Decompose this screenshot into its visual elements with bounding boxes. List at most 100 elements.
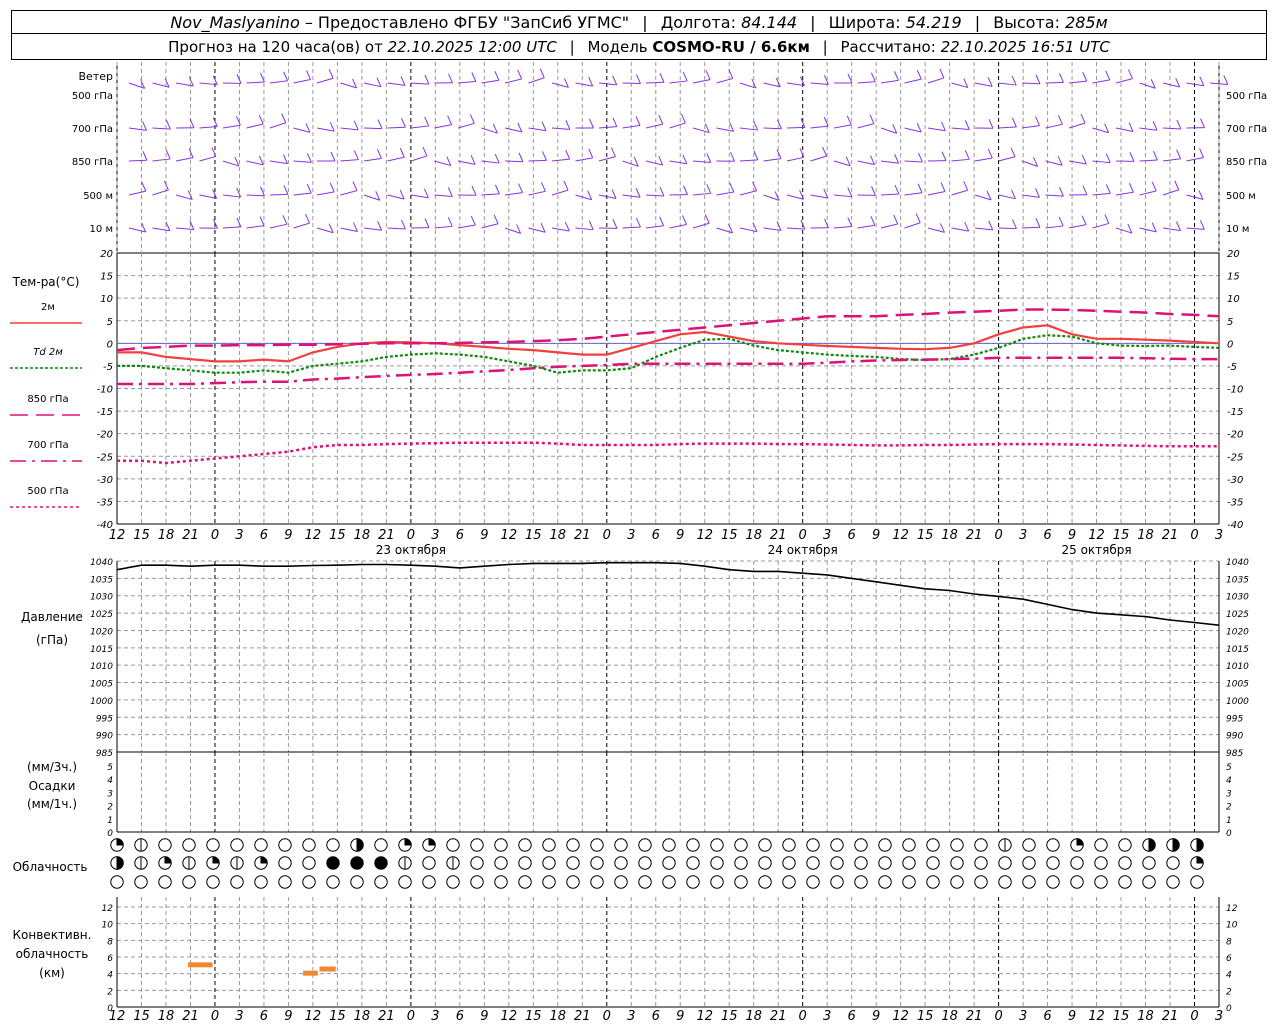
wind-barb [457, 224, 476, 229]
wind-barb-feather [706, 184, 712, 194]
wind-barb-feather [1129, 152, 1135, 162]
cloud-symbol [710, 875, 724, 889]
date-label: 25 октября [1061, 543, 1131, 557]
cloud-symbol [1118, 838, 1132, 852]
wind-barb [575, 227, 594, 231]
wind-barb [786, 227, 805, 230]
wind-barb [528, 227, 546, 233]
time-tick-label: 18 [354, 528, 371, 543]
conv-ytick: 8 [107, 937, 113, 947]
wind-barb [645, 81, 664, 84]
cloud-circle [1166, 856, 1180, 870]
wind-barb [316, 77, 334, 84]
wind-level-label-right: 700 гПа [1226, 124, 1267, 135]
cloud-symbol [374, 838, 388, 852]
wind-barb-feather [824, 218, 829, 229]
wind-barb-feather [753, 150, 759, 161]
cloud-circle [782, 856, 796, 870]
wind-title: Ветер [79, 70, 113, 83]
pressure-ytick: 1040 [90, 558, 113, 568]
cloud-symbol [542, 838, 556, 852]
cloud-circle [374, 838, 388, 852]
wind-barb-feather [352, 181, 358, 191]
wind-barb-feather [1057, 115, 1063, 125]
wind-barb [1162, 189, 1179, 196]
wind-barb-feather [635, 217, 641, 228]
time-tick-label-bottom: 15 [917, 1009, 934, 1024]
cloud-symbol [1166, 875, 1180, 889]
cloud-circle [806, 838, 820, 852]
wind-barb [1139, 159, 1158, 162]
wind-barb [998, 126, 1017, 129]
time-tick-label: 3 [627, 528, 635, 543]
cloud-circle [518, 856, 532, 870]
cloud-circle [326, 838, 340, 852]
cloud-symbol [182, 856, 196, 870]
cloud-symbol [902, 838, 916, 852]
wind-barb-feather [987, 77, 993, 87]
temp-title: Тем-ра(°C) [12, 275, 80, 289]
time-tick-label: 15 [329, 528, 346, 543]
wind-barb-feather [471, 185, 477, 196]
wind-barb [645, 194, 664, 197]
wind-barb-feather [730, 151, 735, 162]
cloud-circle [302, 875, 316, 889]
wind-barb [246, 194, 265, 197]
time-tick-label: 0 [799, 528, 807, 543]
precip-title: Осадки [29, 779, 76, 793]
cloud-symbol [350, 875, 364, 889]
temp-ytick: -20 [97, 430, 113, 441]
time-tick-label-bottom: 21 [378, 1009, 395, 1024]
wind-barb-feather [1175, 77, 1181, 88]
wind-level-label-right: 500 м [1226, 191, 1256, 202]
wind-barb-feather [542, 151, 547, 161]
cloud-symbol [110, 875, 124, 889]
cloud-circle [686, 838, 700, 852]
wind-barb [1092, 79, 1110, 84]
wind-barb [1092, 222, 1109, 229]
wind-barb [528, 77, 545, 84]
cloud-circle [974, 856, 988, 870]
time-tick-label-bottom: 6 [260, 1009, 268, 1024]
cloud-circle [422, 875, 436, 889]
time-tick-label: 21 [378, 528, 395, 543]
wind-barb [786, 156, 805, 162]
wind-barb [246, 81, 265, 84]
time-tick-label: 21 [182, 528, 199, 543]
pressure-ytick: 985 [96, 749, 113, 759]
wind-barb-feather [494, 184, 500, 195]
cloud-symbol [614, 838, 628, 852]
time-tick-label: 0 [211, 528, 219, 543]
date-label: 23 октября [376, 543, 446, 557]
wind-barb-feather [683, 185, 688, 195]
precip-ytick-right: 3 [1226, 789, 1232, 799]
temp-series-line [117, 334, 1220, 374]
cloud-fill [1172, 838, 1180, 852]
wind-barb-feather [1011, 117, 1017, 128]
cloud-symbol [110, 856, 124, 870]
wind-level-label: 500 м [83, 191, 113, 202]
temp-ytick-right: -15 [1227, 407, 1243, 418]
wind-barb-feather [917, 152, 923, 163]
cloud-symbol [1070, 875, 1084, 889]
wind-barb-feather [540, 182, 546, 192]
time-tick-label-bottom: 3 [823, 1009, 831, 1024]
cloud-symbol [854, 838, 868, 852]
time-tick-label: 18 [941, 528, 958, 543]
precip-ytick: 2 [107, 803, 113, 813]
wind-barb [951, 127, 970, 131]
time-tick-label-bottom: 3 [1019, 1009, 1027, 1024]
time-tick-label-bottom: 6 [1043, 1009, 1051, 1024]
temp-ytick: 20 [100, 249, 113, 260]
cloud-fill [1196, 856, 1204, 864]
wind-barb-feather [752, 181, 758, 191]
wind-barb-feather [329, 121, 335, 132]
cloud-symbol [206, 875, 220, 889]
cloud-circle [998, 875, 1012, 889]
pressure-ytick: 1020 [90, 627, 113, 637]
time-tick-label: 3 [431, 528, 439, 543]
conv-ytick: 10 [102, 921, 114, 931]
time-tick-label-bottom: 9 [676, 1009, 684, 1024]
wind-barb-feather [376, 77, 382, 87]
cloud-symbol [758, 856, 772, 870]
